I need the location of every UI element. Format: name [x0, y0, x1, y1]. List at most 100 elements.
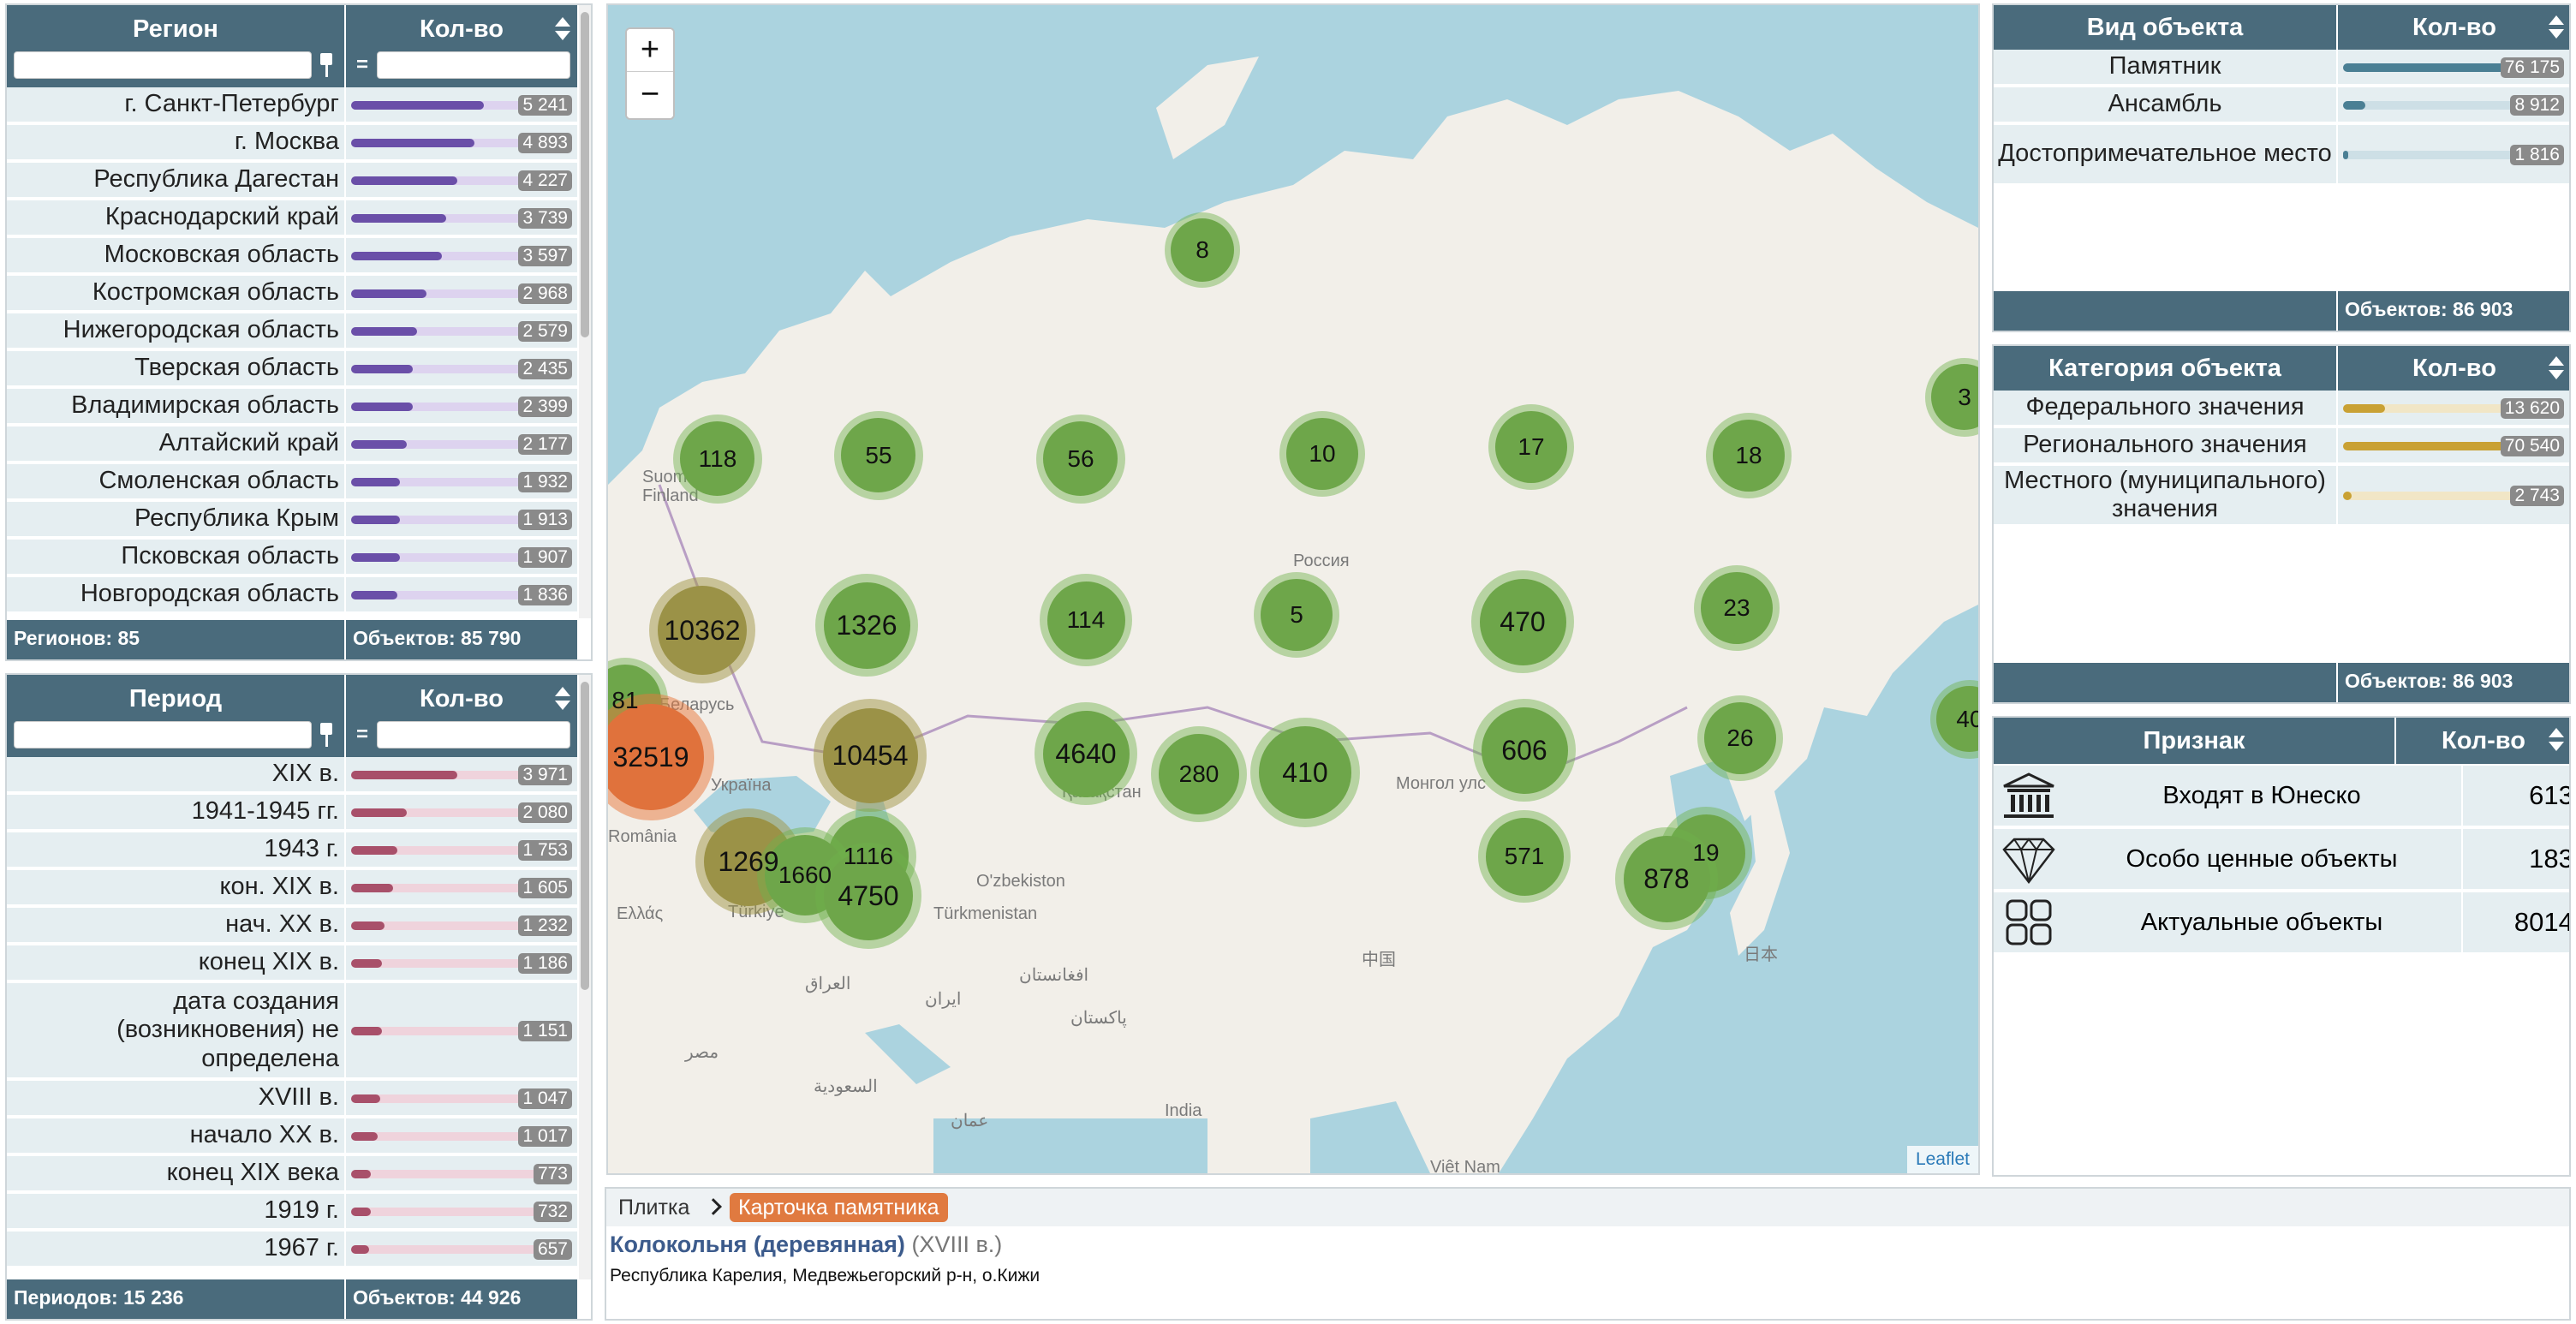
sort-icon[interactable] — [555, 17, 570, 43]
region_panel-row[interactable]: Краснодарский край 3 739 — [7, 200, 577, 236]
sign-row-unesco[interactable]: Входят в Юнеско 613 — [1994, 766, 2569, 827]
region_panel-row[interactable]: Костромская область 2 968 — [7, 276, 577, 312]
period-scrollbar-thumb[interactable] — [581, 682, 589, 990]
sort-icon[interactable] — [2549, 15, 2564, 41]
region_panel-row[interactable]: Алтайский край 2 177 — [7, 426, 577, 462]
zoom-out-button[interactable]: − — [627, 74, 673, 116]
bar-fill — [351, 289, 426, 298]
cluster-count: 56 — [1067, 445, 1094, 472]
marker-cluster[interactable]: 10454 — [814, 699, 927, 812]
marker-cluster[interactable]: 26 — [1697, 695, 1783, 781]
region-name-filter-input[interactable] — [14, 51, 312, 79]
period-scrollbar[interactable] — [579, 675, 591, 1279]
cluster-count: 1116 — [843, 843, 894, 869]
object-title-link[interactable]: Колокольня (деревянная) — [610, 1232, 905, 1257]
marker-cluster[interactable]: 10 — [1279, 411, 1365, 497]
count-badge: 1 047 — [518, 1088, 572, 1109]
category_panel-row[interactable]: Регионального значения 70 540 — [1994, 428, 2569, 464]
marker-cluster[interactable]: 40 — [1930, 680, 1978, 759]
region_panel-row[interactable]: г. Москва 4 893 — [7, 125, 577, 161]
region-scrollbar[interactable] — [579, 5, 591, 618]
row-label: Местного (муниципального) значения — [1994, 466, 2336, 524]
region-scrollbar-thumb[interactable] — [581, 12, 589, 337]
period_panel-row[interactable]: 1943 г. 1 753 — [7, 832, 577, 868]
marker-cluster[interactable]: 18 — [1706, 413, 1792, 498]
map-panel[interactable]: Suomi Finland Россия Беларусь Україна Қа… — [606, 3, 1980, 1175]
marker-cluster[interactable]: 114 — [1040, 574, 1132, 666]
marker-cluster[interactable]: 470 — [1471, 570, 1574, 673]
region_panel-row[interactable]: Псковская область 1 907 — [7, 540, 577, 576]
type_panel-row[interactable]: Ансамбль 8 912 — [1994, 87, 2569, 123]
region_panel-row[interactable]: Тверская область 2 435 — [7, 351, 577, 387]
category-col-name[interactable]: Категория объекта — [1994, 346, 2336, 391]
marker-cluster[interactable]: 56 — [1036, 414, 1125, 504]
marker-cluster[interactable]: 4640 — [1035, 702, 1137, 805]
type_panel-row[interactable]: Памятник 76 175 — [1994, 50, 2569, 86]
marker-cluster[interactable]: 5 — [1254, 572, 1339, 658]
marker-cluster[interactable]: 571 — [1478, 810, 1571, 903]
marker-cluster[interactable]: 118 — [673, 414, 762, 504]
sort-icon[interactable] — [2549, 356, 2564, 382]
marker-cluster[interactable]: 10362 — [649, 577, 755, 683]
breadcrumb-tile-link[interactable]: Плитка — [618, 1196, 689, 1220]
region_panel-row[interactable]: Владимирская область 2 399 — [7, 389, 577, 425]
category_panel-row[interactable]: Местного (муниципального) значения 2 743 — [1994, 466, 2569, 526]
period_panel-row[interactable]: начало XX в. 1 017 — [7, 1118, 577, 1154]
bar-fill — [351, 214, 446, 223]
type-col-name[interactable]: Вид объекта — [1994, 5, 2336, 50]
signs-col-name[interactable]: Признак — [1994, 718, 2394, 764]
region-count-filter-input[interactable] — [377, 51, 570, 79]
period_panel-row[interactable]: кон. XIX в. 1 605 — [7, 870, 577, 906]
marker-cluster[interactable]: 55 — [834, 411, 923, 500]
type-col-count[interactable]: Кол-во — [2338, 5, 2569, 50]
pin-icon[interactable] — [317, 53, 336, 79]
sign-label: Входят в Юнеско — [2062, 766, 2461, 826]
cluster-layer: 8 118 55 56 10 17 18 3 10362 1326 114 5 470 23 81 32519… — [608, 5, 1978, 1173]
row-value: 732 — [346, 1194, 577, 1228]
region_panel-row[interactable]: г. Санкт-Петербург 5 241 — [7, 87, 577, 123]
region_panel-row[interactable]: Московская область 3 597 — [7, 238, 577, 274]
region_panel-row[interactable]: Нижегородская область 2 579 — [7, 313, 577, 349]
marker-cluster[interactable]: 410 — [1250, 718, 1360, 827]
marker-cluster[interactable]: 280 — [1151, 726, 1247, 822]
period_panel-row[interactable]: 1967 г. 657 — [7, 1232, 577, 1267]
region_panel-row[interactable]: Республика Крым 1 913 — [7, 502, 577, 538]
period_panel-row[interactable]: XVIII в. 1 047 — [7, 1081, 577, 1117]
period-name-filter-input[interactable] — [14, 721, 312, 748]
category-col-count[interactable]: Кол-во — [2338, 346, 2569, 391]
pin-icon[interactable] — [317, 723, 336, 748]
row-label: XVIII в. — [7, 1081, 344, 1115]
marker-cluster[interactable]: 8 — [1165, 212, 1240, 288]
row-value: 1 605 — [346, 870, 577, 904]
marker-cluster[interactable]: 17 — [1488, 404, 1574, 490]
signs-col-count[interactable]: Кол-во — [2396, 718, 2569, 764]
sort-icon[interactable] — [2549, 728, 2564, 754]
period_panel-row[interactable]: нач. XX в. 1 232 — [7, 908, 577, 944]
count-badge: 4 227 — [518, 170, 572, 191]
type_panel-row[interactable]: Достопримечательное место 1 816 — [1994, 125, 2569, 185]
period_panel-row[interactable]: XIX в. 3 971 — [7, 757, 577, 793]
region_panel-row[interactable]: Смоленская область 1 932 — [7, 464, 577, 500]
period_panel-row[interactable]: конец XIX в. 1 186 — [7, 945, 577, 981]
period-count-filter-input[interactable] — [377, 721, 570, 748]
period_panel-row[interactable]: 1941-1945 гг. 2 080 — [7, 795, 577, 831]
leaflet-link[interactable]: Leaflet — [1916, 1149, 1970, 1169]
object-card-panel: Плитка Карточка памятника Колокольня (де… — [605, 1187, 2571, 1321]
region_panel-row[interactable]: Новгородская область 1 836 — [7, 577, 577, 613]
marker-cluster[interactable]: 3 — [1925, 358, 1978, 437]
row-value: 1 151 — [346, 983, 577, 1077]
region_panel-row[interactable]: Республика Дагестан 4 227 — [7, 163, 577, 199]
breadcrumb-card-active[interactable]: Карточка памятника — [730, 1193, 948, 1222]
period_panel-row[interactable]: 1919 г. 732 — [7, 1194, 577, 1230]
sign-row-actual[interactable]: Актуальные объекты 80142 — [1994, 892, 2569, 954]
sign-row-valuable[interactable]: Особо ценные объекты 183 — [1994, 829, 2569, 891]
period_panel-row[interactable]: конец XIX века 773 — [7, 1156, 577, 1192]
period_panel-row[interactable]: дата создания (возникновения) не определ… — [7, 983, 577, 1079]
marker-cluster[interactable]: 1326 — [815, 574, 918, 677]
zoom-in-button[interactable]: + — [627, 29, 673, 72]
category_panel-row[interactable]: Федерального значения 13 620 — [1994, 391, 2569, 426]
marker-cluster[interactable]: 606 — [1473, 699, 1576, 802]
sort-icon[interactable] — [555, 687, 570, 713]
bar-fill — [351, 846, 397, 855]
marker-cluster[interactable]: 23 — [1694, 565, 1780, 651]
